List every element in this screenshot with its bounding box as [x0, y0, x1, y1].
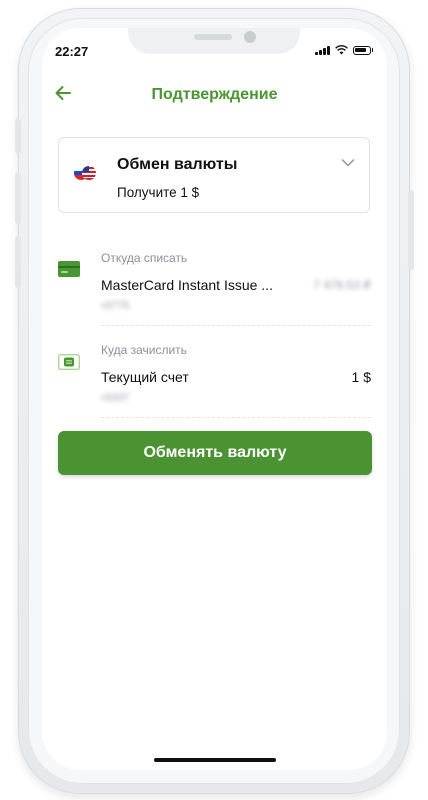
from-balance: 7 478.53 ₽ — [313, 278, 371, 292]
battery-tip — [371, 48, 373, 52]
to-amount: 1 $ — [351, 369, 371, 385]
credit-card-icon — [58, 261, 80, 277]
wifi-icon — [334, 45, 348, 55]
exchange-title: Обмен валюты — [117, 156, 238, 173]
exchange-currency-button[interactable]: Обменять валюту — [58, 431, 372, 475]
exchange-card[interactable]: Обмен валюты Получите 1 $ — [58, 137, 370, 213]
chevron-down-icon[interactable] — [341, 158, 355, 168]
to-account-number: •3337 — [101, 392, 130, 404]
wallet-icon — [58, 354, 80, 370]
volume-down-button — [15, 236, 21, 288]
from-label: Откуда списать — [101, 251, 188, 265]
divider — [101, 325, 371, 326]
front-camera — [244, 31, 256, 43]
mute-switch — [15, 118, 21, 154]
app-screen: 22:27 Подтверждение Обмен валюты Получит… — [42, 28, 387, 770]
from-account-name: MasterCard Instant Issue ... — [101, 277, 273, 293]
exchange-subtitle: Получите 1 $ — [117, 185, 200, 200]
home-indicator[interactable] — [154, 758, 276, 762]
to-label: Куда зачислить — [101, 343, 187, 357]
status-time: 22:27 — [55, 44, 89, 59]
volume-up-button — [15, 172, 21, 224]
us-ru-flags-icon — [74, 166, 96, 180]
status-icons — [315, 45, 373, 55]
notch — [128, 28, 300, 54]
to-account-name: Текущий счет — [101, 369, 189, 385]
page-title: Подтверждение — [151, 86, 278, 103]
from-account-number: •3775 — [101, 300, 130, 312]
divider — [101, 417, 371, 418]
cellular-signal-icon — [315, 45, 330, 55]
battery-icon — [352, 45, 371, 55]
power-button — [408, 190, 414, 270]
speaker — [194, 34, 232, 40]
